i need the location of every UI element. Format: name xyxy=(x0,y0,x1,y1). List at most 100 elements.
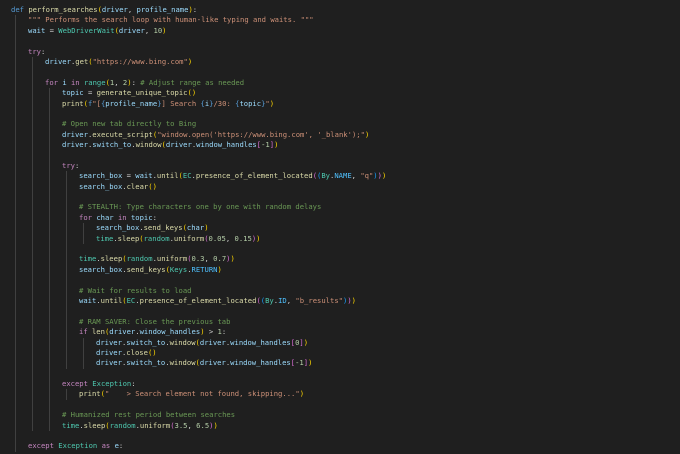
code-line-content: driver.switch_to.window(driver.window_ha… xyxy=(11,358,312,367)
code-token: topic xyxy=(239,98,262,108)
indent-guide xyxy=(66,285,67,296)
code-line[interactable]: except Exception as e: xyxy=(0,441,680,452)
code-token: EC xyxy=(182,171,192,181)
code-token: driver xyxy=(101,5,128,14)
code-line[interactable]: driver.switch_to.window(driver.window_ha… xyxy=(0,358,680,369)
code-line[interactable]: topic = generate_unique_topic() xyxy=(0,88,680,99)
indent-guide xyxy=(66,306,67,317)
code-token: > xyxy=(204,327,218,337)
code-line[interactable] xyxy=(0,150,680,161)
code-line[interactable] xyxy=(0,431,680,442)
code-line[interactable] xyxy=(0,36,680,47)
code-line-content: """ Performs the search loop with human-… xyxy=(11,15,314,24)
code-token: as xyxy=(101,441,111,451)
code-line[interactable]: def perform_searches(driver, profile_nam… xyxy=(0,5,680,15)
code-token: except xyxy=(62,379,88,389)
code-token: "q" xyxy=(360,171,374,181)
indent-guide xyxy=(32,140,33,151)
code-line[interactable] xyxy=(0,275,680,286)
indent-guide xyxy=(66,337,67,348)
indent-guide xyxy=(66,275,67,286)
code-line[interactable]: if len(driver.window_handles) > 1: xyxy=(0,327,680,338)
code-area[interactable]: def perform_searches(driver, profile_nam… xyxy=(0,5,680,452)
code-line[interactable]: driver.switch_to.window(driver.window_ha… xyxy=(0,140,680,151)
code-line[interactable]: search_box.send_keys(char) xyxy=(0,223,680,234)
indent-guide xyxy=(66,316,67,328)
indent-guide xyxy=(49,140,50,151)
code-token: # RAM SAVER: Close the previous tab xyxy=(79,316,231,326)
code-token: char xyxy=(186,223,205,233)
code-line[interactable]: search_box.send_keys(Keys.RETURN) xyxy=(0,264,680,276)
code-token: Exception xyxy=(58,441,98,451)
indent-guide xyxy=(49,379,50,390)
code-line[interactable]: search_box = wait.until(EC.presence_of_e… xyxy=(0,171,680,182)
indent-guide xyxy=(15,275,16,286)
code-token: , xyxy=(127,5,137,14)
code-line-content: driver.execute_script("window.open('http… xyxy=(11,130,369,139)
indent-guide xyxy=(49,358,50,369)
code-line[interactable] xyxy=(0,399,680,411)
indent-guide xyxy=(15,46,16,57)
code-line[interactable]: # Humanized rest period between searches xyxy=(0,410,680,421)
code-token: EC xyxy=(126,295,136,305)
code-line[interactable]: try: xyxy=(0,160,680,172)
code-token: window xyxy=(135,140,162,150)
code-line[interactable]: driver.get("https://www.bing.com") xyxy=(0,56,680,68)
code-line[interactable]: except Exception: xyxy=(0,379,680,390)
code-token: , xyxy=(225,233,235,243)
code-line[interactable]: print(" > Search element not found, skip… xyxy=(0,389,680,400)
code-line[interactable]: # STEALTH: Type characters one by one wi… xyxy=(0,202,680,213)
code-token: ) xyxy=(230,254,235,264)
indent-guide xyxy=(15,140,16,151)
code-line[interactable]: time.sleep(random.uniform(0.05, 0.15)) xyxy=(0,233,680,244)
code-token: NAME xyxy=(334,171,352,181)
code-line[interactable]: try: xyxy=(0,46,680,57)
code-line[interactable] xyxy=(0,67,680,78)
code-token: , xyxy=(144,25,154,35)
code-line[interactable] xyxy=(0,368,680,380)
code-line[interactable]: wait = WebDriverWait(driver, 10) xyxy=(0,25,680,37)
code-line[interactable] xyxy=(0,192,680,203)
code-token: ) xyxy=(204,223,209,233)
code-line[interactable]: # Open new tab directly to Bing xyxy=(0,119,680,130)
code-line[interactable]: driver.execute_script("window.open('http… xyxy=(0,129,680,141)
code-line[interactable]: """ Performs the search loop with human-… xyxy=(0,15,680,26)
indent-guide xyxy=(32,233,33,244)
code-token: window_handles xyxy=(196,140,257,150)
code-line[interactable]: driver.close() xyxy=(0,347,680,359)
indent-guide xyxy=(66,358,67,369)
code-token: "[ xyxy=(92,98,101,108)
code-line[interactable] xyxy=(0,108,680,120)
code-line[interactable] xyxy=(0,243,680,255)
code-line-content: for i in range(1, 2): # Adjust range as … xyxy=(11,78,244,87)
code-token: = xyxy=(83,88,97,98)
indent-guide xyxy=(32,389,33,400)
indent-guide xyxy=(32,171,33,182)
code-line[interactable]: search_box.clear() xyxy=(0,181,680,193)
code-editor[interactable]: def perform_searches(driver, profile_nam… xyxy=(0,0,680,454)
code-line[interactable]: for char in topic: xyxy=(0,212,680,224)
indent-guide xyxy=(49,171,50,182)
code-line-content: # Open new tab directly to Bing xyxy=(11,119,196,128)
indent-guide xyxy=(15,306,16,317)
code-token: ) xyxy=(187,56,193,66)
code-line[interactable] xyxy=(0,306,680,317)
indent-guide xyxy=(15,285,16,296)
indent-guide xyxy=(66,264,67,276)
code-line[interactable]: # Wait for results to load xyxy=(0,285,680,296)
code-line[interactable]: driver.switch_to.window(driver.window_ha… xyxy=(0,337,680,348)
indent-guide xyxy=(66,347,67,359)
code-token: 0.15 xyxy=(234,233,252,243)
code-line-content: driver.get("https://www.bing.com") xyxy=(11,57,192,66)
code-line[interactable]: for i in range(1, 2): # Adjust range as … xyxy=(0,77,680,89)
code-line[interactable]: time.sleep(random.uniform(0.3, 0.7)) xyxy=(0,254,680,265)
code-line[interactable]: wait.until(EC.presence_of_element_locate… xyxy=(0,295,680,307)
code-token: window xyxy=(169,337,196,347)
indent-guide xyxy=(49,160,50,172)
code-line[interactable]: time.sleep(random.uniform(3.5, 6.5)) xyxy=(0,420,680,432)
indent-guide xyxy=(15,88,16,99)
code-line-content: topic = generate_unique_topic() xyxy=(11,88,196,97)
indent-guide xyxy=(15,129,16,141)
code-line[interactable]: print(f"[{profile_name}] Search {i}/30: … xyxy=(0,98,680,109)
code-line[interactable]: # RAM SAVER: Close the previous tab xyxy=(0,316,680,328)
